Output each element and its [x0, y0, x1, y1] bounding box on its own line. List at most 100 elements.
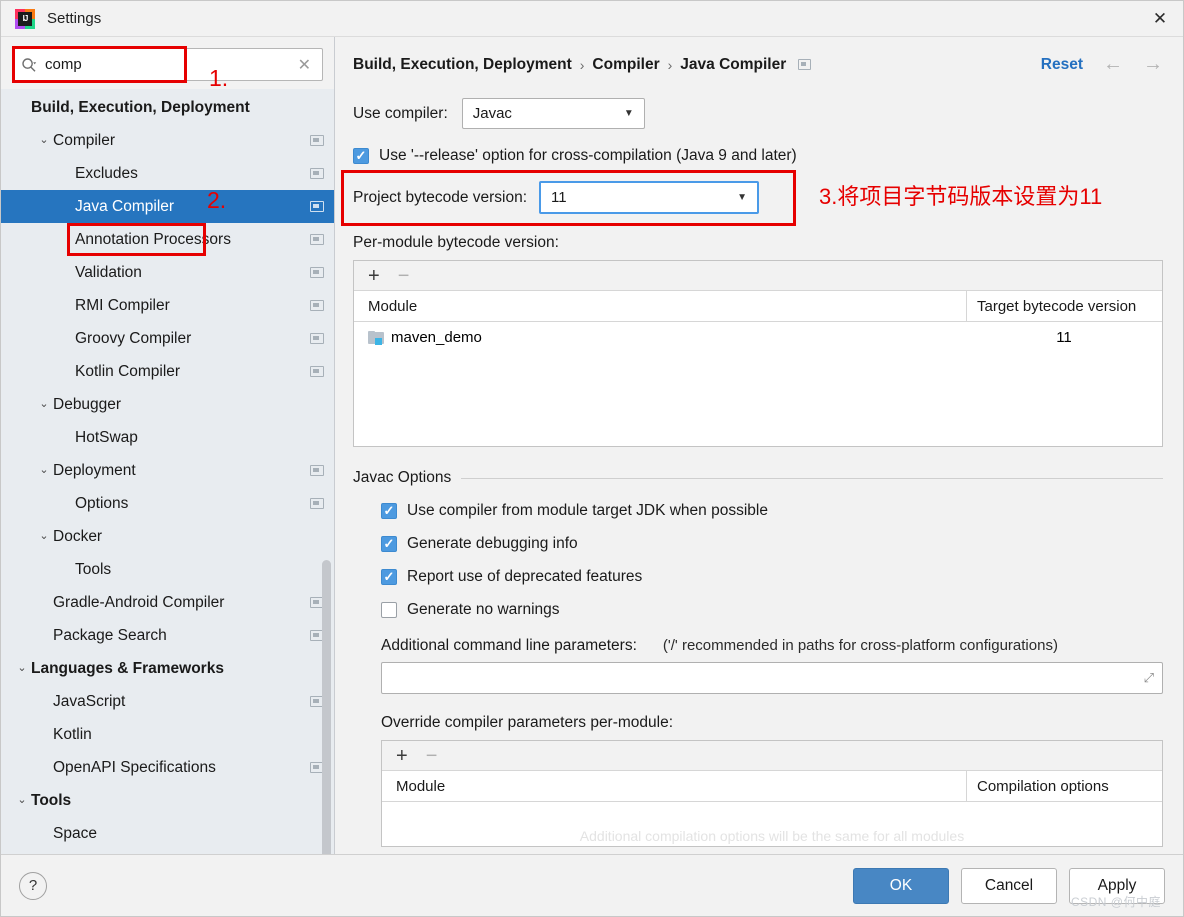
breadcrumb-item-1[interactable]: Compiler — [592, 56, 659, 74]
sidebar-scrollbar[interactable] — [322, 560, 331, 870]
expand-editor-icon[interactable]: ⤢ — [1144, 670, 1154, 686]
module-column-header[interactable]: Module — [354, 298, 966, 315]
javac-option-checkbox[interactable] — [381, 536, 397, 552]
sidebar-item-languages-frameworks[interactable]: ⌄ Languages & Frameworks — [1, 652, 334, 685]
sidebar-item-javascript[interactable]: JavaScript — [1, 685, 334, 718]
javac-options-title: Javac Options — [353, 469, 452, 486]
back-arrow-icon[interactable]: ← — [1103, 53, 1123, 76]
compilation-options-column-header[interactable]: Compilation options — [966, 771, 1162, 801]
javac-option-checkbox[interactable] — [381, 602, 397, 618]
javac-option-checkbox[interactable] — [381, 503, 397, 519]
remove-module-button[interactable]: − — [398, 266, 410, 286]
release-option-checkbox[interactable] — [353, 148, 369, 164]
sidebar-item-tools[interactable]: Tools — [1, 553, 334, 586]
module-folder-icon — [368, 330, 384, 345]
javac-option-checkbox[interactable] — [381, 569, 397, 585]
sidebar-item-package-search[interactable]: Package Search — [1, 619, 334, 652]
annotation-step-1: 1. — [209, 65, 229, 91]
close-icon[interactable]: ✕ — [1137, 1, 1183, 37]
javac-option-row[interactable]: Generate debugging info — [381, 535, 1163, 553]
sidebar-item-debugger[interactable]: ⌄ Debugger — [1, 388, 334, 421]
sidebar-item-gradle-android-compiler[interactable]: Gradle-Android Compiler — [1, 586, 334, 619]
sidebar-item-label: Validation — [75, 263, 142, 281]
sidebar-item-options[interactable]: Options — [1, 487, 334, 520]
javac-option-label: Generate no warnings — [407, 601, 560, 618]
override-table-toolbar: + − — [382, 741, 1162, 771]
project-settings-icon — [310, 267, 324, 278]
remove-override-button[interactable]: − — [426, 746, 438, 766]
sidebar-item-groovy-compiler[interactable]: Groovy Compiler — [1, 322, 334, 355]
sidebar-item-rmi-compiler[interactable]: RMI Compiler — [1, 289, 334, 322]
settings-content: Use compiler: Javac ▼ Use '--release' op… — [335, 76, 1183, 854]
javac-option-row[interactable]: Generate no warnings — [381, 601, 1163, 619]
use-compiler-select[interactable]: Javac ▼ — [461, 98, 645, 129]
chevron-down-icon[interactable]: ⌄ — [13, 663, 31, 674]
add-module-button[interactable]: + — [368, 266, 380, 286]
module-table-body: maven_demo 11 — [354, 322, 1162, 446]
sidebar-item-deployment[interactable]: ⌄ Deployment — [1, 454, 334, 487]
override-table-body: Additional compilation options will be t… — [382, 802, 1162, 846]
target-bytecode-cell[interactable]: 11 — [966, 329, 1162, 346]
use-compiler-label: Use compiler: — [353, 104, 448, 122]
sidebar-item-label: JavaScript — [53, 692, 126, 710]
chevron-down-icon[interactable]: ⌄ — [35, 465, 53, 476]
breadcrumb-item-0[interactable]: Build, Execution, Deployment — [353, 56, 572, 74]
apply-button[interactable]: Apply — [1069, 867, 1165, 904]
additional-params-input[interactable]: ⤢ — [381, 662, 1163, 694]
sidebar-item-excludes[interactable]: Excludes — [1, 157, 334, 190]
per-module-bytecode-label: Per-module bytecode version: — [353, 234, 559, 251]
sidebar-item-label: Options — [75, 494, 129, 512]
sidebar-item-label: RMI Compiler — [75, 296, 170, 314]
sidebar-item-java-compiler[interactable]: Java Compiler — [1, 190, 334, 223]
breadcrumb-separator-icon: › — [667, 56, 673, 73]
cancel-button[interactable]: Cancel — [961, 867, 1057, 904]
chevron-down-icon[interactable]: ⌄ — [35, 531, 53, 542]
reset-link[interactable]: Reset — [1041, 56, 1083, 74]
search-box[interactable]: ✕ — [12, 48, 323, 81]
intellij-logo-icon: IJ — [15, 8, 35, 29]
javac-option-row[interactable]: Use compiler from module target JDK when… — [381, 502, 1163, 520]
sidebar-item-docker[interactable]: ⌄ Docker — [1, 520, 334, 553]
sidebar-item-label: Compiler — [53, 131, 116, 149]
chevron-down-icon[interactable]: ⌄ — [35, 399, 53, 410]
add-override-button[interactable]: + — [396, 746, 408, 766]
group-divider — [461, 477, 1163, 479]
release-option-checkbox-row[interactable]: Use '--release' option for cross-compila… — [353, 147, 1163, 165]
target-bytecode-column-header[interactable]: Target bytecode version — [966, 291, 1162, 321]
forward-arrow-icon[interactable]: → — [1143, 53, 1163, 76]
sidebar-item-label: Excludes — [75, 164, 138, 182]
sidebar-item-kotlin[interactable]: Kotlin — [1, 718, 334, 751]
sidebar-item-label: Docker — [53, 527, 103, 545]
override-module-column-header[interactable]: Module — [382, 778, 966, 795]
sidebar-item-hotswap[interactable]: HotSwap — [1, 421, 334, 454]
table-row[interactable]: maven_demo 11 — [354, 322, 1162, 352]
breadcrumb-item-2[interactable]: Java Compiler — [680, 56, 786, 74]
javac-option-label: Generate debugging info — [407, 535, 578, 552]
chevron-down-icon[interactable]: ⌄ — [13, 795, 31, 806]
chevron-down-icon[interactable]: ⌄ — [35, 135, 53, 146]
ok-button[interactable]: OK — [853, 867, 949, 904]
javac-option-row[interactable]: Report use of deprecated features — [381, 568, 1163, 586]
window-title: Settings — [47, 10, 102, 27]
override-empty-hint: Additional compilation options will be t… — [579, 828, 965, 844]
chevron-down-icon: ▼ — [737, 192, 748, 203]
sidebar-item-annotation-processors[interactable]: Annotation Processors — [1, 223, 334, 256]
sidebar-item-tools[interactable]: ⌄ Tools — [1, 784, 334, 817]
sidebar-item-build-execution-deployment[interactable]: Build, Execution, Deployment — [1, 91, 334, 124]
sidebar-item-label: Deployment — [53, 461, 136, 479]
sidebar-item-kotlin-compiler[interactable]: Kotlin Compiler — [1, 355, 334, 388]
sidebar-item-space[interactable]: Space — [1, 817, 334, 850]
sidebar-item-validation[interactable]: Validation — [1, 256, 334, 289]
project-settings-icon — [310, 465, 324, 476]
project-bytecode-select[interactable]: 11 ▼ — [539, 181, 760, 214]
help-icon[interactable]: ? — [19, 871, 47, 900]
sidebar-item-compiler[interactable]: ⌄ Compiler — [1, 124, 334, 157]
footer-buttons: OK Cancel Apply — [853, 867, 1165, 904]
javac-option-label: Report use of deprecated features — [407, 568, 643, 585]
clear-search-icon[interactable]: ✕ — [295, 55, 314, 75]
sidebar-item-openapi-specifications[interactable]: OpenAPI Specifications — [1, 751, 334, 784]
search-input[interactable] — [45, 56, 295, 73]
settings-tree[interactable]: Build, Execution, Deployment ⌄ Compiler Exc… — [1, 89, 334, 854]
project-settings-icon — [798, 59, 812, 70]
additional-params-row: Additional command line parameters: ('/'… — [353, 637, 1163, 655]
